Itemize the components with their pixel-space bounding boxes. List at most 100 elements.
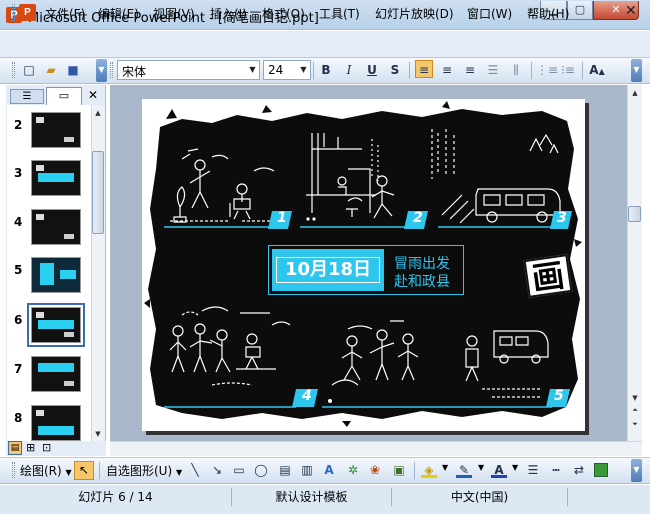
slide-canvas[interactable]: 10月18日 冒雨出发 赴和政县 画 1 2 3 4 5	[142, 99, 585, 431]
close-icon: ✕	[611, 3, 621, 16]
distribute-icon[interactable]: ☰	[484, 61, 502, 79]
autoshapes-menu-button[interactable]: 自选图形(U) ▼	[106, 462, 182, 479]
slide-thumbnail-2[interactable]	[31, 112, 81, 148]
slide-thumbnail-5[interactable]	[31, 257, 81, 293]
wordart-icon[interactable]: A	[320, 461, 338, 479]
menu-help[interactable]: 帮助(H)	[527, 5, 569, 22]
align-right-icon[interactable]: ≡	[461, 61, 479, 79]
line-style-icon[interactable]: ☰	[524, 461, 542, 479]
menu-edit[interactable]: 编辑(E)	[98, 5, 139, 22]
menu-slideshow[interactable]: 幻灯片放映(D)	[375, 5, 454, 22]
slide-vertical-scrollbar[interactable]	[627, 85, 642, 441]
document-close-icon[interactable]: ✕	[625, 3, 637, 19]
slideshow-view-icon[interactable]: ⊡	[42, 441, 51, 454]
outline-icon: ☰	[22, 91, 32, 102]
menu-file[interactable]: 文件(F)	[45, 5, 85, 22]
slide-thumbnail-3[interactable]	[31, 160, 81, 196]
text-shadow-button[interactable]: S	[386, 61, 404, 79]
panel-close-icon[interactable]: ✕	[88, 88, 98, 102]
template-status: 默认设计模板	[232, 488, 392, 506]
scroll-down-arrow-icon[interactable]: ▼	[629, 392, 641, 404]
drawbar-grip-handle[interactable]	[12, 462, 15, 478]
line-color-dropdown-icon[interactable]: ▼	[478, 463, 484, 472]
slide-position-status: 幻灯片 6 / 14	[0, 488, 232, 506]
scroll-down-arrow-icon[interactable]: ▼	[92, 428, 104, 440]
font-color-dropdown-icon[interactable]: ▼	[512, 463, 518, 472]
toolbar-options-chevron-icon-2[interactable]: ▼	[631, 59, 642, 82]
shadow-style-icon[interactable]	[594, 463, 608, 477]
scroll-up-arrow-icon[interactable]: ▲	[92, 107, 104, 119]
scroll-up-arrow-icon[interactable]: ▲	[629, 87, 641, 99]
toolbar-separator	[531, 62, 532, 79]
document-icon[interactable]: P	[19, 4, 36, 21]
slides-panel-scroll-thumb[interactable]	[92, 151, 104, 234]
new-document-icon[interactable]: □	[20, 61, 38, 79]
outline-tab[interactable]: ☰	[10, 89, 44, 104]
slide-sorter-view-icon[interactable]: ⊞	[26, 441, 35, 454]
slide-thumbnail-6-selected[interactable]	[27, 303, 85, 347]
vertical-textbox-icon[interactable]: ▥	[298, 461, 316, 479]
status-empty-cell	[568, 488, 636, 506]
slide-number: 6	[14, 313, 23, 327]
slides-tab[interactable]: ▭	[46, 87, 82, 105]
slide-number: 4	[14, 215, 23, 229]
drawbar-options-chevron-icon[interactable]: ▼	[631, 459, 642, 482]
textbox-tool-icon[interactable]: ▤	[276, 461, 294, 479]
stamp-logo: 画	[523, 254, 573, 298]
maximize-button[interactable]: ▢	[567, 1, 593, 20]
vertical-text-icon[interactable]: ⫼	[507, 61, 525, 79]
align-center-icon[interactable]: ≡	[438, 61, 456, 79]
maximize-icon: ▢	[574, 3, 586, 16]
menu-view[interactable]: 视图(V)	[153, 5, 195, 22]
line-tool-icon[interactable]: ╲	[186, 461, 204, 479]
toolbar-separator	[99, 462, 100, 479]
caption-line-2: 赴和政县	[394, 274, 450, 290]
horizontal-scrollbar[interactable]	[110, 441, 642, 456]
slide-thumbnail-8[interactable]	[31, 405, 81, 441]
dash-style-icon[interactable]: ┅	[547, 461, 565, 479]
fill-color-dropdown-icon[interactable]: ▼	[442, 463, 448, 472]
toolbar-options-chevron-icon[interactable]: ▼	[96, 59, 107, 82]
diagram-icon[interactable]: ✲	[344, 461, 362, 479]
picture-icon[interactable]: ▣	[390, 461, 408, 479]
menu-format[interactable]: 格式(O)	[262, 5, 305, 22]
menu-insert[interactable]: 插入(I)	[210, 5, 247, 22]
align-left-icon[interactable]: ≡	[415, 60, 433, 78]
next-slide-icon[interactable]: ⏷	[629, 418, 641, 430]
slide-date: 10月18日	[276, 257, 380, 283]
menu-grip-handle[interactable]	[12, 4, 15, 21]
toolbar-grip-handle-2[interactable]	[110, 62, 113, 78]
normal-view-icon[interactable]: ▤	[8, 441, 22, 455]
increase-font-size-icon[interactable]: A▲	[588, 61, 606, 79]
clipart-icon[interactable]: ❀	[366, 461, 384, 479]
size-dropdown-arrow-icon[interactable]: ▼	[297, 61, 310, 79]
open-folder-icon[interactable]: ▰	[42, 61, 60, 79]
slide-thumbnail-7[interactable]	[31, 356, 81, 392]
menu-tools[interactable]: 工具(T)	[319, 5, 360, 22]
select-pointer-icon[interactable]: ↖	[74, 461, 94, 480]
menu-window[interactable]: 窗口(W)	[467, 5, 512, 22]
font-name-field[interactable]: 宋体	[117, 60, 260, 80]
toolbar-grip-handle[interactable]	[12, 62, 15, 78]
slide-thumbnail-4[interactable]	[31, 209, 81, 245]
slide-scroll-thumb[interactable]	[628, 206, 641, 222]
save-icon[interactable]: ■	[64, 61, 82, 79]
italic-button[interactable]: I	[340, 61, 358, 79]
toolbar-separator	[582, 62, 583, 79]
toolbar-separator	[414, 462, 415, 479]
slide-number: 5	[14, 263, 23, 277]
bold-button[interactable]: B	[317, 61, 335, 79]
slides-icon: ▭	[58, 89, 70, 102]
oval-tool-icon[interactable]: ◯	[252, 461, 270, 479]
marker-5: 5	[554, 388, 564, 404]
arrow-style-icon[interactable]: ⇄	[570, 461, 588, 479]
underline-button[interactable]: U	[363, 61, 381, 79]
numbered-list-icon[interactable]: ⋮≡	[536, 61, 558, 79]
previous-slide-icon[interactable]: ⏶	[629, 404, 641, 416]
font-dropdown-arrow-icon[interactable]: ▼	[246, 61, 259, 79]
arrow-tool-icon[interactable]: ↘	[208, 461, 226, 479]
language-status: 中文(中国)	[392, 488, 568, 506]
bulleted-list-icon[interactable]: ⁝≡	[559, 61, 577, 79]
draw-menu-button[interactable]: 绘图(R) ▼	[20, 462, 72, 479]
rectangle-tool-icon[interactable]: ▭	[230, 461, 248, 479]
